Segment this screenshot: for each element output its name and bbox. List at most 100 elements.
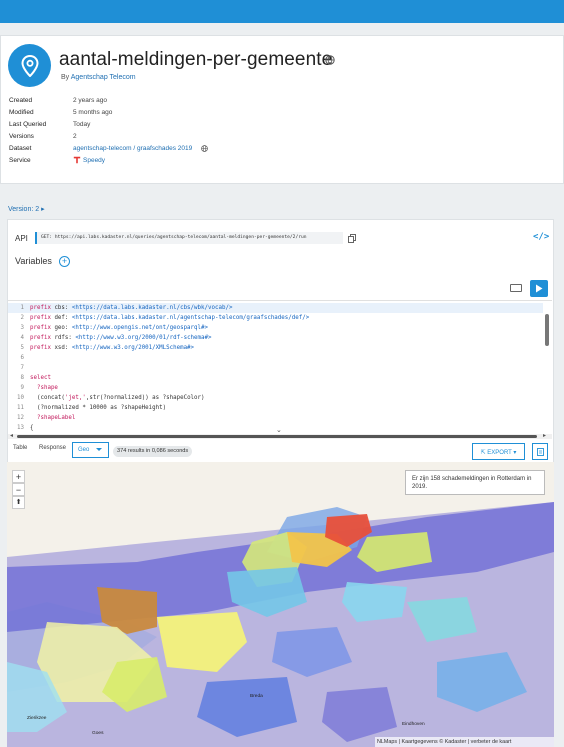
tab-response[interactable]: Response bbox=[39, 445, 66, 451]
code-line[interactable]: 10 (concat('jet,',str(?normalized)) as ?… bbox=[8, 393, 543, 403]
line-number: 4 bbox=[20, 335, 25, 341]
line-number: 2 bbox=[20, 315, 25, 321]
code-token: 'jet,' bbox=[64, 395, 86, 401]
code-line[interactable]: 11 (?normalized * 10000 as ?shapeHeight) bbox=[8, 403, 543, 413]
map-city-label: Goes bbox=[92, 731, 104, 736]
code-line[interactable]: 4 prefix rdfs: <http://www.w3.org/2000/01… bbox=[8, 333, 543, 343]
code-token: (?normalized * 10000 as ?shapeHeight) bbox=[30, 405, 167, 411]
map-popup: Er zijn 158 schademeldingen in Rotterdam… bbox=[405, 470, 545, 495]
collapse-chevron-icon[interactable]: ⌄ bbox=[276, 426, 282, 434]
code-token: geo: bbox=[54, 325, 72, 331]
dataset-link[interactable]: agentschap-telecom / graafschades 2019 bbox=[73, 145, 192, 152]
code-token: prefix bbox=[30, 315, 55, 321]
add-variable-button[interactable]: + bbox=[59, 256, 70, 267]
code-line[interactable]: 2 prefix def: <https://data.labs.kadaster… bbox=[8, 313, 543, 323]
code-line[interactable]: 1 prefix cbs: <https://data.labs.kadaster… bbox=[8, 303, 543, 313]
code-line[interactable]: 9 ?shape bbox=[8, 383, 543, 393]
run-query-button[interactable] bbox=[530, 280, 548, 297]
line-number: 9 bbox=[20, 385, 25, 391]
code-token: prefix bbox=[30, 345, 55, 351]
copy-icon[interactable] bbox=[348, 234, 356, 243]
code-token: <http://www.w3.org/2001/XMLSchema#> bbox=[71, 345, 195, 351]
location-pin-icon bbox=[20, 54, 39, 77]
keyboard-icon[interactable] bbox=[510, 284, 522, 292]
tab-geo-label: Geo bbox=[78, 447, 90, 453]
line-number: 1 bbox=[20, 305, 25, 311]
reset-north-button[interactable]: ⬆ bbox=[12, 496, 25, 509]
line-number: 7 bbox=[20, 365, 25, 371]
caret-right-icon: ▸ bbox=[41, 206, 45, 213]
zoom-in-button[interactable]: + bbox=[12, 470, 25, 483]
page-title: aantal-meldingen-per-gemeente bbox=[59, 49, 333, 70]
export-button[interactable]: ⇱ EXPORT ▾ bbox=[472, 443, 525, 460]
code-line[interactable]: 6 bbox=[8, 353, 543, 363]
version-selector[interactable]: Version: 2 ▸ bbox=[8, 205, 45, 213]
created-value: 2 years ago bbox=[73, 97, 107, 104]
service-icon bbox=[73, 156, 81, 164]
code-line[interactable]: 12 ?shapeLabel bbox=[8, 413, 543, 423]
map-city-label: Breda bbox=[250, 694, 263, 699]
code-embed-icon[interactable]: </> bbox=[533, 232, 549, 242]
tab-geo[interactable]: Geo bbox=[72, 442, 109, 458]
code-token: <https://data.labs.kadaster.nl/cbs/wbk/v… bbox=[71, 305, 233, 311]
code-token: <http://www.opengis.net/ont/geosparql#> bbox=[71, 325, 209, 331]
editor-horizontal-scrollbar[interactable] bbox=[17, 435, 537, 438]
top-app-bar bbox=[0, 0, 564, 23]
public-globe-icon bbox=[325, 55, 335, 65]
geo-map[interactable]: Zierikzee Goes Breda Eindhoven bbox=[7, 462, 554, 747]
results-count-badge: 374 results in 0,086 seconds bbox=[113, 446, 193, 457]
code-token: prefix bbox=[30, 305, 55, 311]
code-token: ,str(?normalized)) as ?shapeColor) bbox=[85, 395, 205, 401]
dataset-label: Dataset bbox=[9, 145, 32, 152]
api-url-field[interactable]: GET: https://api.labs.kadaster.nl/querie… bbox=[35, 232, 343, 244]
code-token: { bbox=[30, 425, 34, 431]
created-label: Created bbox=[9, 97, 33, 104]
export-label: EXPORT bbox=[487, 450, 512, 456]
chevron-down-icon[interactable] bbox=[96, 448, 102, 451]
api-label: API bbox=[15, 234, 28, 243]
map-attribution[interactable]: NLMaps | Kaartgegevens © Kadaster | verb… bbox=[375, 737, 554, 747]
line-number: 5 bbox=[20, 345, 25, 351]
sparql-editor[interactable]: 1 prefix cbs: <https://data.labs.kadaster… bbox=[8, 300, 552, 438]
variables-label: Variables bbox=[15, 256, 52, 266]
code-token: <https://data.labs.kadaster.nl/agentscha… bbox=[71, 315, 310, 321]
query-avatar bbox=[8, 44, 51, 87]
versions-value: 2 bbox=[73, 133, 77, 140]
scroll-right-icon[interactable]: ▸ bbox=[543, 432, 546, 439]
line-number: 10 bbox=[17, 395, 24, 401]
version-label: Version: 2 bbox=[8, 206, 40, 213]
code-token: select bbox=[30, 375, 51, 381]
play-icon bbox=[536, 284, 543, 293]
code-line[interactable]: 7 bbox=[8, 363, 543, 373]
last-queried-value: Today bbox=[73, 121, 91, 128]
modified-value: 5 months ago bbox=[73, 109, 113, 116]
service-link[interactable]: Speedy bbox=[83, 157, 105, 164]
map-canvas[interactable] bbox=[7, 462, 554, 747]
map-city-label: Zierikzee bbox=[27, 716, 47, 721]
code-line[interactable]: 3 prefix geo: <http://www.opengis.net/ont… bbox=[8, 323, 543, 333]
dataset-globe-icon bbox=[201, 145, 208, 152]
editor-vertical-scrollbar[interactable] bbox=[545, 314, 549, 346]
code-token: ?shapeLabel bbox=[36, 415, 76, 421]
code-line[interactable]: 8 select bbox=[8, 373, 543, 383]
code-token: ?shape bbox=[36, 385, 58, 391]
line-number: 6 bbox=[20, 355, 25, 361]
by-label: By bbox=[61, 74, 70, 81]
zoom-out-button[interactable]: − bbox=[12, 483, 25, 496]
code-token: xsd: bbox=[54, 345, 72, 351]
line-number: 12 bbox=[17, 415, 24, 421]
code-token: (concat( bbox=[30, 395, 65, 401]
fullscreen-button[interactable] bbox=[532, 443, 548, 460]
modified-label: Modified bbox=[9, 109, 34, 116]
code-token: rdfs: bbox=[54, 335, 76, 341]
tab-table[interactable]: Table bbox=[13, 445, 27, 451]
scroll-left-icon[interactable]: ◂ bbox=[10, 432, 13, 439]
code-token: cbs: bbox=[54, 305, 72, 311]
line-number: 11 bbox=[17, 405, 24, 411]
author-link[interactable]: Agentschap Telecom bbox=[71, 74, 136, 81]
code-line[interactable]: 5 prefix xsd: <http://www.w3.org/2001/XML… bbox=[8, 343, 543, 353]
versions-label: Versions bbox=[9, 133, 34, 140]
author-line: By Agentschap Telecom bbox=[61, 74, 136, 81]
